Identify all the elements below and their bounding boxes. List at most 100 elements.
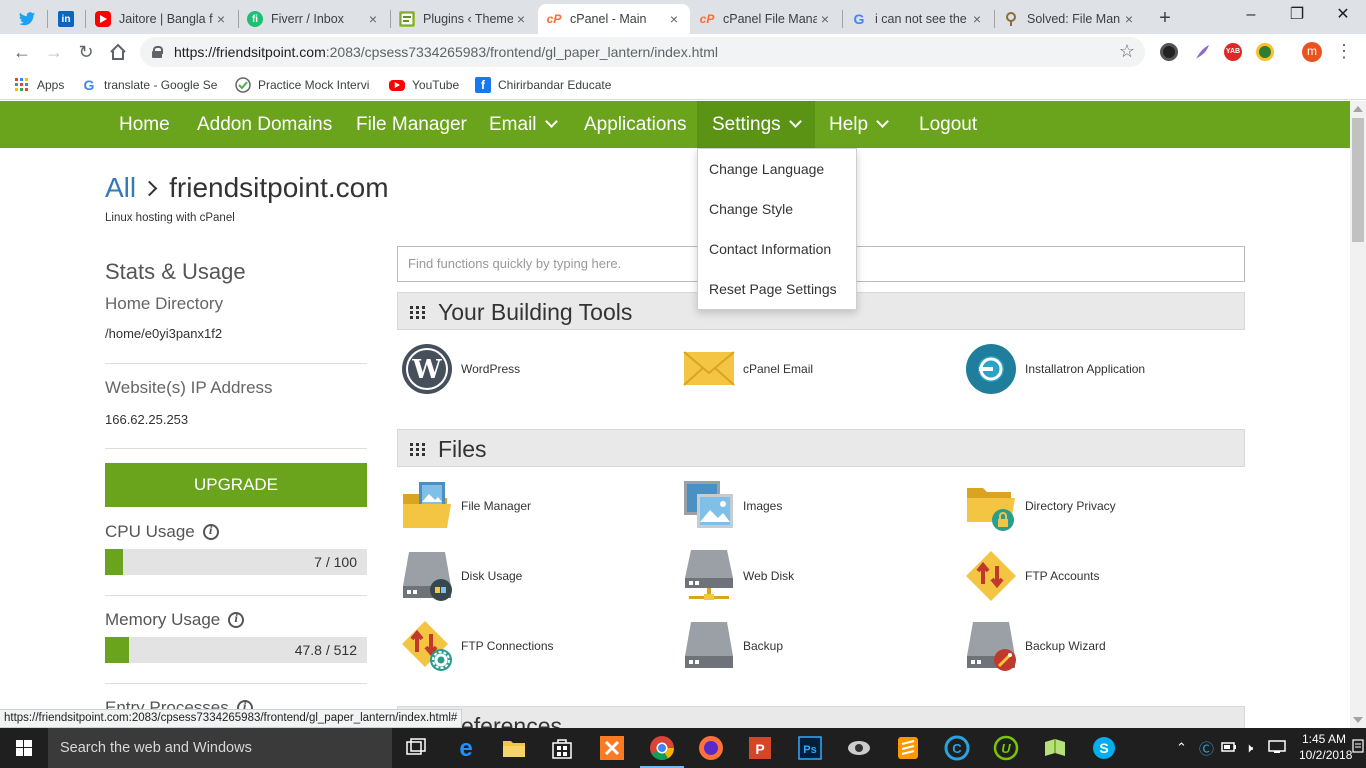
nav-file-manager[interactable]: File Manager [341,101,482,148]
powerpoint-icon[interactable]: P [746,734,774,762]
nav-email[interactable]: Email [474,101,571,148]
breadcrumb: All friendsitpoint.com [105,172,389,204]
taskbar-search-input[interactable]: Search the web and Windows [48,728,392,768]
scrollbar-thumb[interactable] [1352,118,1364,242]
utorrent-icon[interactable]: U [992,734,1020,762]
sublime-text-icon[interactable] [894,734,922,762]
tab-solved[interactable]: Solved: File Man × [995,4,1145,34]
yab-extension-icon[interactable]: YAB [1224,43,1242,61]
info-icon[interactable]: i [202,524,219,540]
upgrade-button[interactable]: UPGRADE [105,463,367,507]
memory-usage-bar: 47.8 / 512 [105,637,367,663]
tool-file-manager[interactable]: File Manager [401,480,531,532]
close-icon[interactable]: × [666,11,682,27]
notebook-app-icon[interactable] [1041,734,1069,762]
tool-cpanel-email[interactable]: cPanel Email [683,343,813,395]
tool-directory-privacy[interactable]: Directory Privacy [965,480,1116,532]
bookmark-translate[interactable]: G translate - Google Se [81,76,218,94]
close-window-button[interactable]: ✕ [1320,0,1366,32]
tool-disk-usage[interactable]: Disk Usage [401,550,522,602]
photoshop-icon[interactable]: Ps [796,734,824,762]
eye-app-icon[interactable] [845,734,873,762]
nav-settings[interactable]: Settings [697,101,815,148]
wordpress-icon: W [401,343,453,395]
start-button[interactable] [0,728,48,768]
tool-installatron[interactable]: Installatron Application [965,343,1145,395]
globe-extension-icon[interactable] [1256,43,1274,61]
file-explorer-icon[interactable] [500,734,528,762]
restore-button[interactable]: ❐ [1274,0,1320,32]
address-bar[interactable]: https://friendsitpoint.com:2083/cpsess73… [140,37,1145,67]
notifications-icon[interactable] [1352,738,1364,757]
bookmark-youtube[interactable]: YouTube [389,76,459,94]
chrome-icon[interactable] [640,734,684,768]
page-title: friendsitpoint.com [169,172,389,203]
tab-plugins[interactable]: Plugins ‹ Theme × [391,4,537,34]
info-icon[interactable]: i [228,612,245,628]
bookmark-apps[interactable]: Apps [14,76,64,94]
tab-fiverr[interactable]: fi Fiverr / Inbox × [239,4,389,34]
ccleaner-icon[interactable]: C [943,734,971,762]
drag-handle-icon[interactable] [410,443,426,456]
browser-menu-icon[interactable]: ⋮ [1335,40,1353,62]
skype-icon[interactable]: S [1090,734,1118,762]
home-button[interactable] [104,38,132,66]
tab-twitter[interactable] [8,4,46,34]
edge-browser-icon[interactable]: e [452,734,480,762]
tool-web-disk[interactable]: Web Disk [683,550,794,602]
system-clock[interactable]: 1:45 AM 10/2/2018 [1299,731,1352,763]
tool-ftp-connections[interactable]: FTP Connections [401,620,554,672]
nav-help[interactable]: Help [814,101,902,148]
tool-images[interactable]: Images [683,480,782,532]
tab-google-search[interactable]: G i can not see the × [843,4,993,34]
close-icon[interactable]: × [1121,11,1137,27]
bookmark-practice-mock[interactable]: Practice Mock Intervi [235,76,369,94]
reload-button[interactable]: ↻ [72,38,100,66]
tab-cpanel-file-manager[interactable]: cP cPanel File Mana × [691,4,841,34]
bookmark-star-icon[interactable]: ☆ [1119,41,1135,62]
breadcrumb-all-link[interactable]: All [105,172,136,203]
nav-logout[interactable]: Logout [904,101,992,148]
tray-chevron-up-icon[interactable]: ⌃ [1176,740,1187,756]
close-icon[interactable]: × [513,11,529,27]
bookmark-chirirbandar[interactable]: f Chirirbandar Educate [475,76,611,94]
tab-jaitore[interactable]: Jaitore | Bangla f × [87,4,237,34]
xampp-icon[interactable] [598,734,626,762]
new-tab-button[interactable]: + [1153,6,1177,30]
tray-power-icon[interactable] [1221,740,1237,757]
tray-volume-icon[interactable]: 🕨 [1245,740,1253,756]
tray-ccleaner-icon[interactable]: Ⓒ [1199,738,1214,759]
feather-extension-icon[interactable] [1193,43,1211,61]
tool-ftp-accounts[interactable]: FTP Accounts [965,550,1099,602]
minimize-button[interactable]: – [1228,0,1274,32]
menu-item-change-style[interactable]: Change Style [709,201,793,217]
menu-item-contact-information[interactable]: Contact Information [709,241,831,257]
extension-icon[interactable] [1160,43,1178,61]
drag-handle-icon[interactable] [410,306,426,319]
tab-linkedin[interactable]: in [48,4,84,34]
nav-addon-domains[interactable]: Addon Domains [182,101,347,148]
tool-backup[interactable]: Backup [683,620,783,672]
task-view-icon[interactable] [402,734,430,762]
nav-applications[interactable]: Applications [569,101,701,148]
section-header-files[interactable]: Files [397,429,1245,467]
forward-button[interactable]: → [40,38,68,66]
profile-avatar[interactable]: m [1302,42,1322,62]
menu-item-reset-page-settings[interactable]: Reset Page Settings [709,281,837,297]
menu-item-change-language[interactable]: Change Language [709,161,824,177]
firefox-icon[interactable] [697,734,725,762]
close-icon[interactable]: × [817,11,833,27]
close-icon[interactable]: × [365,11,381,27]
close-icon[interactable]: × [969,11,985,27]
scroll-down-icon[interactable] [1353,717,1363,723]
tray-network-icon[interactable] [1268,740,1286,757]
tool-backup-wizard[interactable]: Backup Wizard [965,620,1106,672]
close-icon[interactable]: × [213,11,229,27]
store-icon[interactable] [548,734,576,762]
nav-home[interactable]: Home [104,101,185,148]
scroll-up-icon[interactable] [1353,106,1363,112]
tab-cpanel-main[interactable]: cP cPanel - Main × [538,4,690,34]
back-button[interactable]: ← [8,38,36,66]
tool-wordpress[interactable]: W WordPress [401,343,520,395]
page-scrollbar[interactable] [1350,101,1366,728]
